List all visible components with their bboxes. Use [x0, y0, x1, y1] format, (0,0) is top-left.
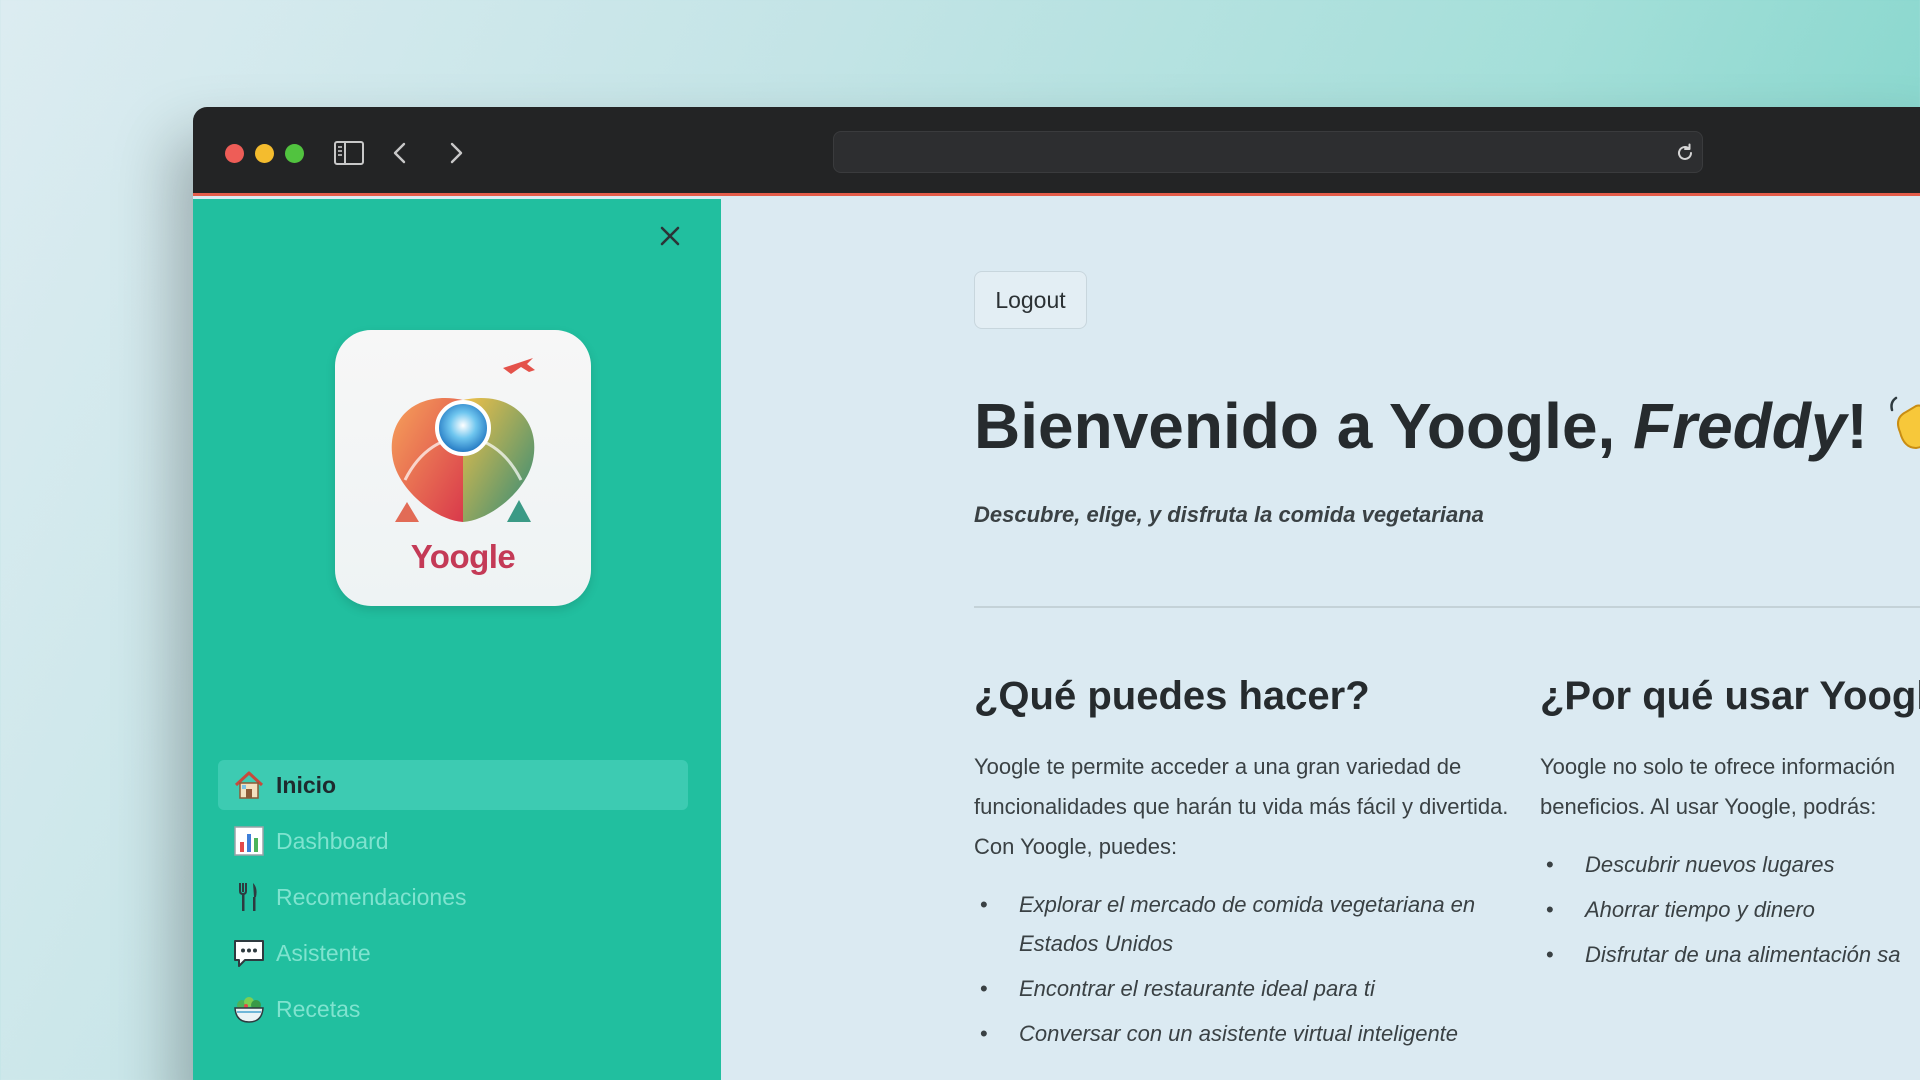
features-heading: ¿Qué puedes hacer?: [974, 674, 1370, 718]
benefits-column: ¿Por qué usar Yoogle Yoogle no solo te o…: [1540, 674, 1920, 980]
sidebar-nav: Inicio Dashboard Recomendaciones Asisten…: [218, 760, 688, 1040]
features-paragraph: Yoogle te permite acceder a una gran var…: [974, 754, 1509, 859]
benefits-list: Descubrir nuevos lugares Ahorrar tiempo …: [1540, 845, 1920, 974]
forward-arrow-icon[interactable]: [437, 135, 473, 171]
logo-text: Yoogle: [410, 538, 516, 575]
user-name: Freddy: [1633, 390, 1847, 462]
sidebar-item-inicio[interactable]: Inicio: [218, 760, 688, 810]
browser-titlebar: [193, 107, 1920, 196]
waving-hand-icon: [1890, 396, 1920, 450]
yoogle-logo-graphic-icon: [391, 358, 535, 522]
speech-bubble-icon: [234, 940, 264, 967]
list-item: Ahorrar tiempo y dinero: [1540, 890, 1920, 929]
list-item: Disfrutar de una alimentación sa: [1540, 935, 1920, 974]
maximize-window-button[interactable]: [285, 144, 304, 163]
close-sidebar-icon[interactable]: [655, 221, 685, 251]
reload-icon[interactable]: [1673, 141, 1697, 165]
close-window-button[interactable]: [225, 144, 244, 163]
benefits-paragraph-line1: Yoogle no solo te ofrece información: [1540, 754, 1896, 779]
sidebar-item-label: Asistente: [276, 939, 371, 966]
address-bar[interactable]: [833, 131, 1703, 173]
hero-suffix: !: [1846, 390, 1868, 462]
app-logo: Yoogle: [335, 330, 591, 606]
salad-bowl-icon: [234, 997, 264, 1023]
list-item: Explorar el mercado de comida vegetarian…: [974, 885, 1514, 963]
sidebar: Yoogle Inicio Dashboard Recomendaciones …: [193, 199, 721, 1080]
divider: [974, 606, 1920, 608]
features-column: ¿Qué puedes hacer? Yoogle te permite acc…: [974, 674, 1514, 1059]
benefits-paragraph-line2: beneficios. Al usar Yoogle, podrás:: [1540, 794, 1877, 819]
sidebar-item-dashboard[interactable]: Dashboard: [218, 816, 688, 866]
browser-window: Yoogle Inicio Dashboard Recomendaciones …: [193, 107, 1920, 1080]
features-list: Explorar el mercado de comida vegetarian…: [974, 885, 1514, 1053]
sidebar-toggle-icon[interactable]: [331, 135, 367, 171]
sidebar-item-asistente[interactable]: Asistente: [218, 928, 688, 978]
back-arrow-icon[interactable]: [383, 135, 419, 171]
list-item: Conversar con un asistente virtual intel…: [974, 1014, 1514, 1053]
page-title: Bienvenido a Yoogle, Freddy!: [974, 389, 1920, 463]
hero-prefix: Bienvenido a Yoogle,: [974, 390, 1634, 462]
list-item: Encontrar el restaurante ideal para ti: [974, 969, 1514, 1008]
bar-chart-icon: [234, 826, 264, 856]
sidebar-item-recomendaciones[interactable]: Recomendaciones: [218, 872, 688, 922]
sidebar-item-label: Dashboard: [276, 827, 389, 854]
logout-button[interactable]: Logout: [974, 271, 1087, 329]
sidebar-item-label: Recomendaciones: [276, 883, 467, 910]
minimize-window-button[interactable]: [255, 144, 274, 163]
page-subtitle: Descubre, elige, y disfruta la comida ve…: [974, 502, 1484, 527]
fork-knife-icon: [239, 883, 257, 911]
sidebar-item-recetas[interactable]: Recetas: [218, 984, 688, 1034]
sidebar-item-label: Inicio: [276, 771, 337, 798]
benefits-paragraph: Yoogle no solo te ofrece información bene…: [1540, 747, 1920, 827]
list-item: Descubrir nuevos lugares: [1540, 845, 1920, 884]
benefits-heading: ¿Por qué usar Yoogle: [1540, 674, 1920, 718]
house-icon: [234, 771, 264, 799]
main-content: Logout Bienvenido a Yoogle, Freddy! Desc…: [721, 199, 1920, 1080]
sidebar-item-label: Recetas: [276, 995, 361, 1022]
